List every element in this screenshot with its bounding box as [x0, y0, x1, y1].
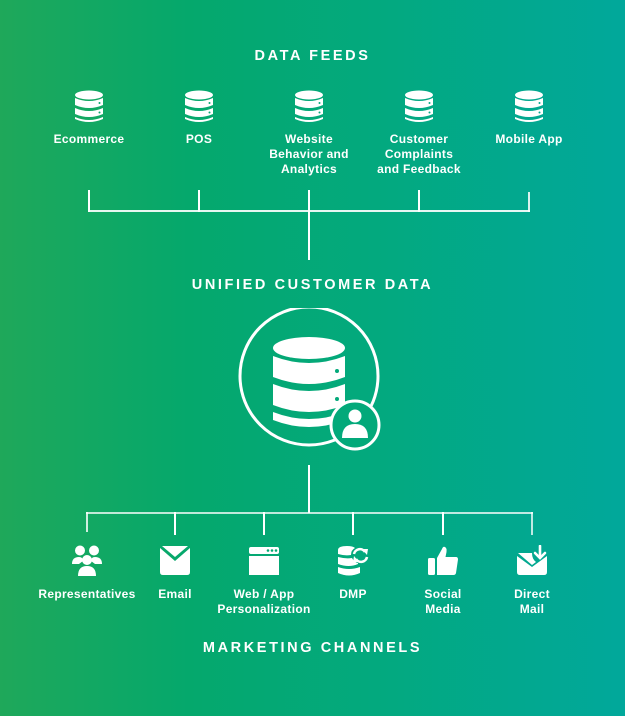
channel-direct-mail: Direct Mail: [477, 545, 587, 617]
browser-window-icon: [249, 547, 279, 575]
feed-label: Ecommerce: [53, 132, 125, 146]
envelope-icon: [160, 546, 190, 575]
feed-website-behavior: Website Behavior and Analytics: [254, 90, 364, 177]
feed-label: Website Behavior and Analytics: [269, 132, 349, 176]
database-icon: [185, 90, 213, 122]
feed-ecommerce: Ecommerce: [34, 90, 144, 147]
diagram-canvas: DATA FEEDS Ecommerce POS Website Behavio…: [0, 0, 625, 716]
database-icon: [405, 90, 433, 122]
marketing-channels-title: MARKETING CHANNELS: [202, 640, 423, 656]
database-icon: [75, 90, 103, 122]
feed-label: Mobile App: [495, 132, 563, 146]
database-icon: [295, 90, 323, 122]
feed-customer-complaints: Customer Complaints and Feedback: [364, 90, 474, 177]
feed-pos: POS: [144, 90, 254, 147]
mail-download-icon: [517, 545, 547, 575]
database-sync-icon: [338, 546, 369, 576]
feed-mobile-app: Mobile App: [474, 90, 584, 147]
unified-customer-data-title: UNIFIED CUSTOMER DATA: [191, 277, 434, 293]
data-feeds-title: DATA FEEDS: [254, 48, 371, 64]
people-group-icon: [72, 545, 102, 576]
feed-label: POS: [185, 132, 213, 146]
channel-label: Direct Mail: [514, 587, 550, 616]
database-user-icon: [238, 308, 381, 451]
thumbs-up-icon: [428, 546, 458, 575]
database-icon: [515, 90, 543, 122]
feed-label: Customer Complaints and Feedback: [377, 132, 461, 176]
